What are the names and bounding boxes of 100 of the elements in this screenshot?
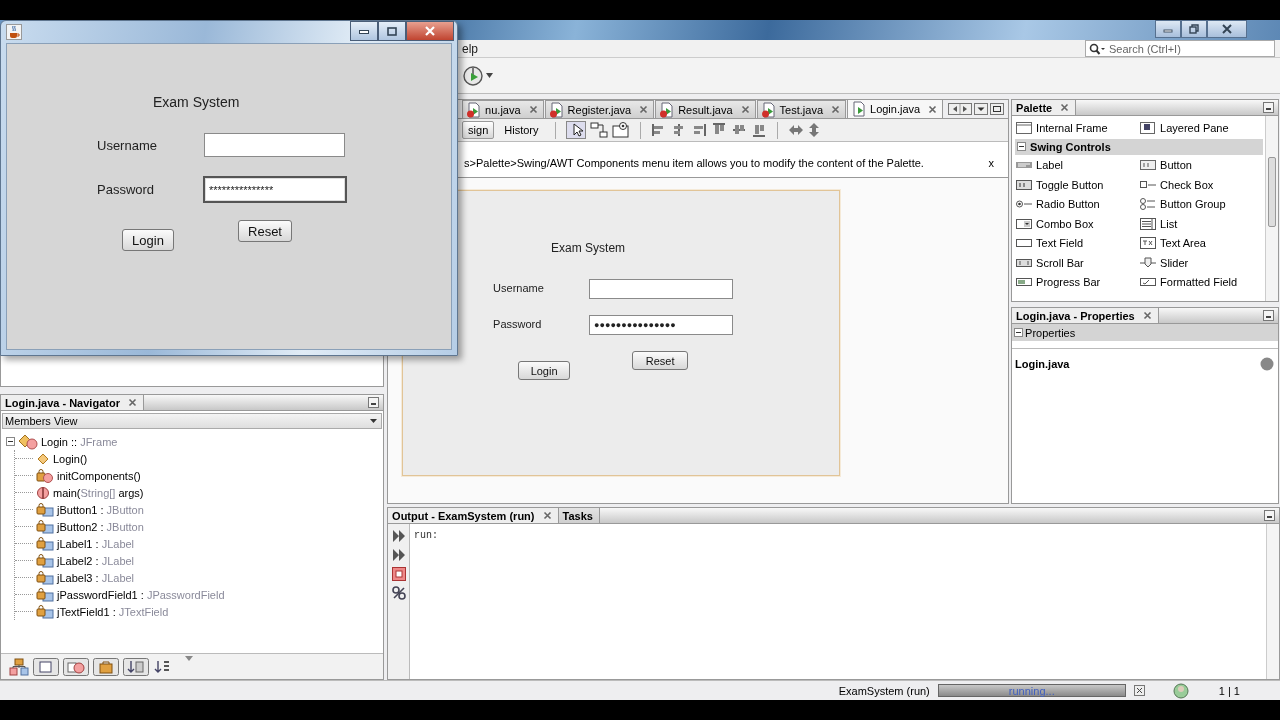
- collapse-icon[interactable]: [1014, 328, 1024, 337]
- tree-item[interactable]: Login(): [53, 452, 88, 465]
- collapse-icon[interactable]: [6, 437, 15, 446]
- close-icon[interactable]: [528, 105, 538, 114]
- minimize-icon[interactable]: [1264, 510, 1275, 521]
- maximize-button[interactable]: [378, 21, 406, 41]
- preview-icon[interactable]: [611, 122, 630, 138]
- panel-tab[interactable]: Login.java - Navigator: [1, 395, 144, 410]
- palette-item[interactable]: Toggle Button: [1015, 177, 1140, 192]
- dropdown-icon[interactable]: [974, 103, 989, 115]
- close-icon[interactable]: [1142, 311, 1152, 320]
- editor-tab[interactable]: Login.java: [847, 99, 944, 118]
- close-button[interactable]: [1207, 20, 1247, 38]
- login-button[interactable]: Login: [518, 361, 571, 380]
- panel-tab[interactable]: Palette: [1012, 100, 1077, 115]
- palette-item[interactable]: Button Group: [1139, 197, 1264, 212]
- filter-button[interactable]: [123, 657, 149, 676]
- hierarchy-icon[interactable]: [9, 657, 29, 676]
- view-tab[interactable]: History: [498, 121, 545, 139]
- caret-icon[interactable]: [486, 73, 493, 78]
- palette-item[interactable]: List: [1139, 216, 1264, 231]
- property-section[interactable]: Properties: [1012, 324, 1279, 341]
- panel-tab[interactable]: Login.java - Properties: [1012, 308, 1159, 323]
- palette-item[interactable]: Formatted Field: [1139, 275, 1264, 290]
- collapse-icon[interactable]: [1017, 142, 1027, 151]
- palette-item[interactable]: Button: [1139, 158, 1264, 173]
- palette-item[interactable]: Label: [1015, 158, 1140, 173]
- tree-item[interactable]: jPasswordField1 : JPasswordField: [57, 588, 225, 601]
- close-icon[interactable]: [639, 105, 649, 114]
- close-button[interactable]: [406, 21, 454, 41]
- palette-item[interactable]: Text Field: [1015, 236, 1140, 251]
- palette-item[interactable]: Radio Button: [1015, 197, 1140, 212]
- tree-item[interactable]: main(String[] args): [53, 486, 144, 499]
- palette-item[interactable]: Scroll Bar: [1015, 255, 1140, 270]
- editor-tab[interactable]: Register.java: [544, 100, 655, 118]
- text-field[interactable]: [204, 133, 345, 157]
- reset-button[interactable]: Reset: [238, 220, 292, 242]
- align-icon[interactable]: [750, 122, 767, 138]
- palette-item[interactable]: Layered Pane: [1139, 120, 1264, 135]
- tree-item[interactable]: jLabel2 : JLabel: [57, 554, 135, 567]
- tree-item[interactable]: jButton2 : JButton: [57, 520, 144, 533]
- profile-icon[interactable]: [462, 64, 484, 87]
- panel-tab[interactable]: Tasks: [558, 508, 600, 523]
- password-field[interactable]: ***************: [203, 176, 347, 203]
- minimize-button[interactable]: [350, 21, 378, 41]
- file-error-icon: [659, 101, 676, 118]
- filter-button[interactable]: [93, 657, 119, 676]
- tree-item[interactable]: Login :: JFrame: [41, 435, 118, 448]
- close-link[interactable]: x: [988, 156, 995, 169]
- horizontal-resize-icon[interactable]: [787, 124, 804, 136]
- rerun-icon[interactable]: [391, 529, 406, 543]
- minimize-icon[interactable]: [368, 397, 380, 408]
- palette-item[interactable]: Combo Box: [1015, 216, 1140, 231]
- sort-icon[interactable]: [153, 658, 171, 675]
- menu-item[interactable]: elp: [462, 41, 478, 56]
- palette-item[interactable]: Progress Bar: [1015, 275, 1140, 290]
- palette-item[interactable]: Text Area: [1139, 236, 1264, 251]
- minimize-icon[interactable]: [1263, 310, 1275, 321]
- tree-item[interactable]: initComponents(): [57, 469, 141, 482]
- filter-button[interactable]: [63, 657, 89, 676]
- scrollbar[interactable]: [1266, 524, 1279, 679]
- search-field[interactable]: Search (Ctrl+I): [1109, 42, 1259, 55]
- close-icon[interactable]: [1060, 103, 1070, 112]
- vertical-resize-icon[interactable]: [807, 122, 820, 138]
- tree-item[interactable]: jButton1 : JButton: [57, 503, 144, 516]
- stop-icon[interactable]: [391, 567, 406, 581]
- palette-item[interactable]: Slider: [1139, 255, 1264, 270]
- panel-tab[interactable]: Output - ExamSystem (run): [388, 508, 559, 523]
- view-tab[interactable]: sign: [462, 121, 495, 139]
- scrollbar[interactable]: [1265, 116, 1279, 301]
- restore-button[interactable]: [1181, 20, 1207, 38]
- settings-icon[interactable]: [391, 586, 406, 600]
- editor-tab[interactable]: Result.java: [655, 100, 756, 118]
- tree-item[interactable]: jLabel3 : JLabel: [57, 571, 135, 584]
- search-field[interactable]: Search (Ctrl+I): [1085, 40, 1275, 57]
- scroll-tabs-icon[interactable]: [948, 103, 973, 115]
- rerun-icon[interactable]: [391, 548, 406, 562]
- palette-item[interactable]: Check Box: [1139, 177, 1264, 192]
- selection-mode-icon[interactable]: [565, 121, 586, 139]
- close-icon[interactable]: [542, 511, 552, 520]
- maximize-icon[interactable]: [990, 103, 1005, 115]
- view-dropdown[interactable]: Members View: [2, 413, 383, 429]
- close-icon[interactable]: [831, 105, 840, 114]
- password-field[interactable]: ●●●●●●●●●●●●●●●: [589, 315, 734, 335]
- filter-button[interactable]: [33, 657, 59, 676]
- cancel-icon[interactable]: [1133, 685, 1145, 696]
- reset-button[interactable]: Reset: [632, 351, 689, 370]
- login-button[interactable]: Login: [122, 229, 174, 251]
- text-field[interactable]: [589, 279, 734, 299]
- tree-item[interactable]: jTextField1 : JTextField: [57, 605, 169, 618]
- close-icon[interactable]: [127, 398, 137, 407]
- tree-item[interactable]: jLabel1 : JLabel: [57, 537, 135, 550]
- palette-category[interactable]: Swing Controls: [1015, 138, 1264, 155]
- editor-tab[interactable]: Test.java: [756, 100, 846, 118]
- connection-mode-icon[interactable]: [589, 122, 608, 138]
- minimize-icon[interactable]: [1263, 102, 1275, 113]
- close-icon[interactable]: [740, 105, 750, 114]
- editor-tab[interactable]: nu.java: [462, 100, 544, 118]
- close-icon[interactable]: [928, 104, 938, 114]
- palette-item[interactable]: Internal Frame: [1015, 120, 1140, 135]
